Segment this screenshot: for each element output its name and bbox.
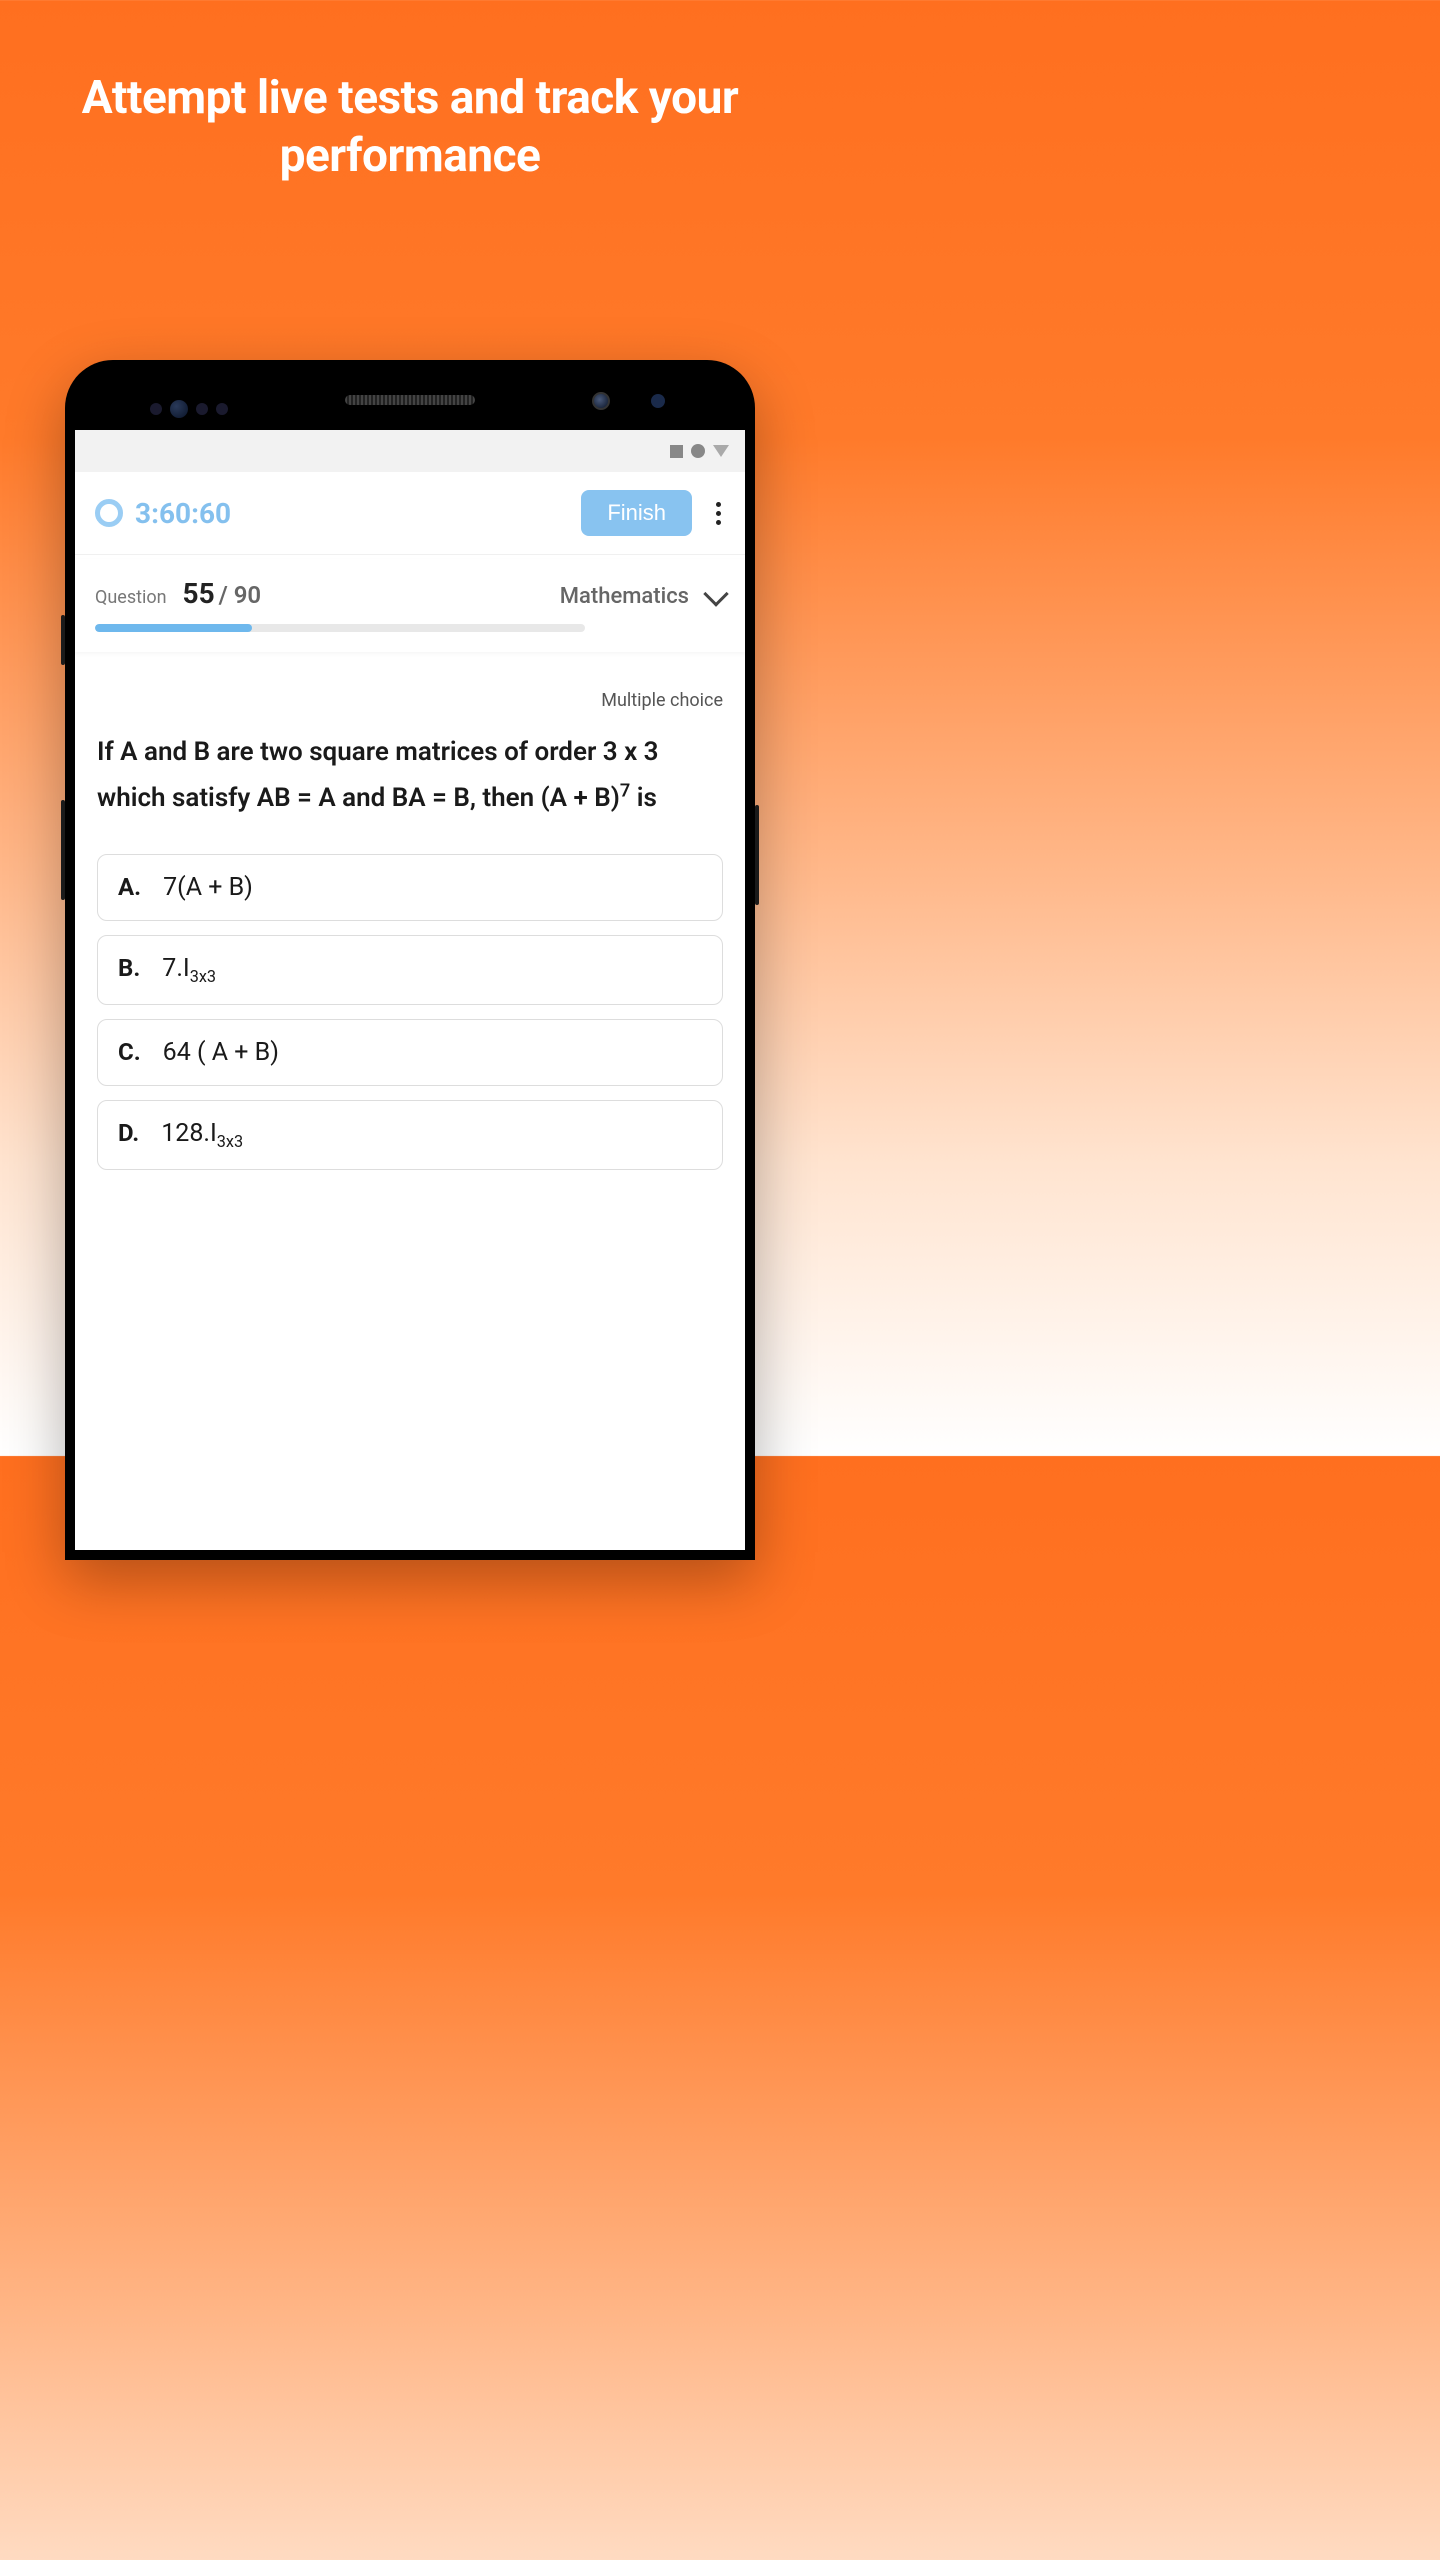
question-separator: /	[219, 581, 234, 609]
question-total: 90	[234, 581, 261, 609]
option-letter: C.	[118, 1038, 141, 1066]
option-text: 64 ( A + B)	[163, 1038, 279, 1067]
subject-dropdown[interactable]: Mathematics	[560, 584, 725, 609]
option-a[interactable]: A. 7(A + B)	[97, 854, 723, 921]
question-counter: Question 55 / 90	[95, 577, 261, 610]
status-triangle-icon	[713, 445, 729, 457]
test-header: 3:60:60 Finish	[75, 472, 745, 555]
question-text: If A and B are two square matrices of or…	[97, 729, 723, 822]
option-b[interactable]: B. 7.I3x3	[97, 935, 723, 1005]
phone-inner: 3:60:60 Finish Question 55 / 90	[75, 370, 745, 1550]
timer-text: 3:60:60	[135, 497, 569, 530]
progress-fill	[95, 624, 252, 632]
status-bar	[75, 430, 745, 472]
option-letter: D.	[118, 1119, 139, 1147]
option-d[interactable]: D. 128.I3x3	[97, 1100, 723, 1170]
timer-icon	[95, 499, 123, 527]
status-circle-icon	[691, 444, 705, 458]
option-text: 7.I3x3	[162, 954, 216, 986]
question-label: Question	[95, 587, 167, 608]
phone-screen: 3:60:60 Finish Question 55 / 90	[75, 430, 745, 1550]
option-letter: A.	[118, 873, 141, 901]
progress-section: Question 55 / 90 Mathematics	[75, 559, 745, 652]
more-icon[interactable]	[712, 498, 725, 529]
question-current: 55	[183, 577, 215, 610]
question-card: Multiple choice If A and B are two squar…	[75, 670, 745, 1190]
status-square-icon	[670, 445, 683, 458]
progress-bar	[95, 624, 585, 632]
headline: Attempt live tests and track your perfor…	[0, 0, 820, 185]
phone-side-button	[61, 800, 65, 900]
option-c[interactable]: C. 64 ( A + B)	[97, 1019, 723, 1086]
option-letter: B.	[118, 954, 140, 982]
option-text: 128.I3x3	[161, 1119, 243, 1151]
options-list: A. 7(A + B) B. 7.I3x3 C. 64 ( A + B) D. …	[97, 854, 723, 1170]
phone-side-button	[755, 805, 759, 905]
finish-button[interactable]: Finish	[581, 490, 692, 536]
subject-label: Mathematics	[560, 584, 689, 609]
question-type: Multiple choice	[97, 690, 723, 711]
phone-side-button	[61, 615, 65, 665]
chevron-down-icon	[703, 581, 728, 606]
phone-frame: 3:60:60 Finish Question 55 / 90	[65, 360, 755, 1560]
phone-hardware-top	[75, 370, 745, 430]
option-text: 7(A + B)	[163, 873, 253, 902]
